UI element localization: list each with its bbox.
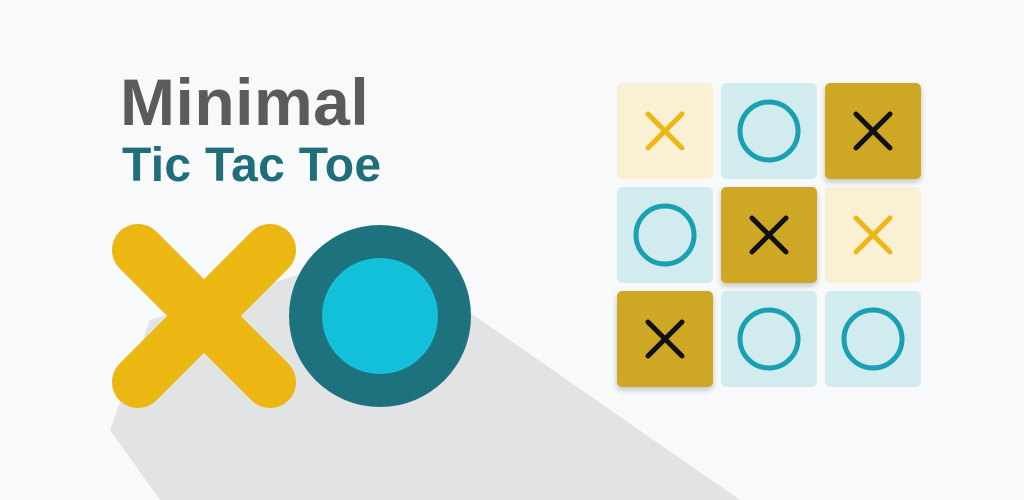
board-cell[interactable] [721, 291, 817, 387]
board-cell[interactable] [617, 291, 713, 387]
board-cell[interactable] [825, 291, 921, 387]
app-title: Minimal [120, 65, 370, 139]
x-mark-icon [853, 111, 893, 151]
game-board [617, 83, 923, 389]
x-mark-icon [645, 319, 685, 359]
game-banner: Minimal Tic Tac Toe [0, 0, 1024, 500]
board-cell[interactable] [721, 187, 817, 283]
o-mark-icon [737, 99, 801, 163]
board-cell[interactable] [617, 83, 713, 179]
o-mark-icon [289, 225, 471, 407]
x-mark-icon [853, 215, 893, 255]
o-mark-icon [633, 203, 697, 267]
board-cell[interactable] [825, 83, 921, 179]
o-mark-icon [841, 307, 905, 371]
board-cell[interactable] [721, 83, 817, 179]
board-cell[interactable] [617, 187, 713, 283]
x-mark-icon [645, 111, 685, 151]
x-mark-icon [749, 215, 789, 255]
board-cell[interactable] [825, 187, 921, 283]
app-subtitle: Tic Tac Toe [122, 139, 382, 192]
o-mark-icon [737, 307, 801, 371]
